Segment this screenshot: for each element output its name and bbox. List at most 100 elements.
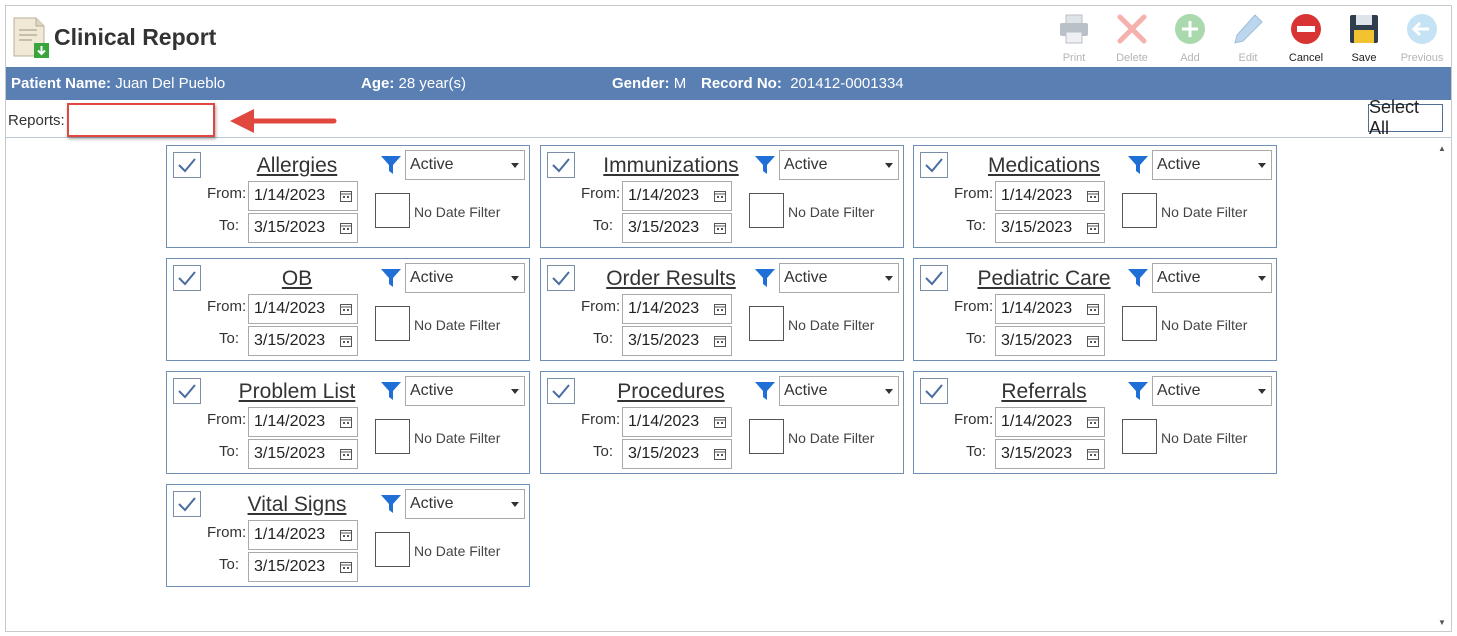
calendar-icon[interactable] bbox=[340, 529, 352, 541]
report-title-link[interactable]: Vital Signs bbox=[207, 493, 387, 517]
no-date-filter-checkbox[interactable] bbox=[749, 306, 784, 341]
report-title-link[interactable]: Immunizations bbox=[581, 154, 761, 178]
calendar-icon[interactable] bbox=[714, 448, 726, 460]
report-checkbox[interactable] bbox=[920, 152, 948, 178]
report-title-link[interactable]: Allergies bbox=[207, 154, 387, 178]
from-date-input[interactable]: 1/14/2023 bbox=[995, 294, 1105, 324]
to-date-input[interactable]: 3/15/2023 bbox=[622, 326, 732, 356]
report-title-link[interactable]: OB bbox=[207, 267, 387, 291]
to-date-input[interactable]: 3/15/2023 bbox=[248, 552, 358, 582]
calendar-icon[interactable] bbox=[340, 335, 352, 347]
from-date-input[interactable]: 1/14/2023 bbox=[995, 181, 1105, 211]
report-checkbox[interactable] bbox=[920, 378, 948, 404]
scroll-up-arrow-icon[interactable]: ▲ bbox=[1436, 142, 1448, 154]
from-label: From: bbox=[207, 411, 247, 428]
to-date-input[interactable]: 3/15/2023 bbox=[995, 439, 1105, 469]
from-date-input[interactable]: 1/14/2023 bbox=[995, 407, 1105, 437]
report-checkbox[interactable] bbox=[547, 265, 575, 291]
status-dropdown[interactable]: Active bbox=[405, 376, 525, 406]
no-date-filter-checkbox[interactable] bbox=[1122, 419, 1157, 454]
print-button[interactable]: Print bbox=[1045, 10, 1103, 66]
from-date-input[interactable]: 1/14/2023 bbox=[248, 407, 358, 437]
status-dropdown[interactable]: Active bbox=[779, 150, 899, 180]
to-date-input[interactable]: 3/15/2023 bbox=[995, 213, 1105, 243]
report-title-link[interactable]: Procedures bbox=[581, 380, 761, 404]
status-dropdown[interactable]: Active bbox=[779, 263, 899, 293]
to-date-input[interactable]: 3/15/2023 bbox=[248, 326, 358, 356]
calendar-icon[interactable] bbox=[340, 561, 352, 573]
report-title-link[interactable]: Pediatric Care bbox=[954, 267, 1134, 291]
report-checkbox[interactable] bbox=[920, 265, 948, 291]
status-dropdown[interactable]: Active bbox=[1152, 150, 1272, 180]
scroll-down-arrow-icon[interactable]: ▼ bbox=[1436, 616, 1448, 628]
calendar-icon[interactable] bbox=[1087, 303, 1099, 315]
from-date-input[interactable]: 1/14/2023 bbox=[248, 294, 358, 324]
calendar-icon[interactable] bbox=[1087, 190, 1099, 202]
add-button[interactable]: Add bbox=[1161, 10, 1219, 66]
no-date-filter-checkbox[interactable] bbox=[375, 306, 410, 341]
report-checkbox[interactable] bbox=[547, 152, 575, 178]
cancel-button[interactable]: Cancel bbox=[1277, 10, 1335, 66]
calendar-icon[interactable] bbox=[714, 416, 726, 428]
status-dropdown[interactable]: Active bbox=[405, 150, 525, 180]
calendar-icon[interactable] bbox=[714, 335, 726, 347]
report-card: OB Active From: 1/14/2023 To: 3/15/2023 bbox=[166, 258, 530, 361]
status-dropdown[interactable]: Active bbox=[405, 489, 525, 519]
from-date-input[interactable]: 1/14/2023 bbox=[248, 181, 358, 211]
to-date-input[interactable]: 3/15/2023 bbox=[995, 326, 1105, 356]
from-date-input[interactable]: 1/14/2023 bbox=[248, 520, 358, 550]
calendar-icon[interactable] bbox=[340, 416, 352, 428]
report-title-link[interactable]: Problem List bbox=[207, 380, 387, 404]
calendar-icon[interactable] bbox=[340, 448, 352, 460]
printer-icon bbox=[1060, 14, 1088, 44]
status-dropdown[interactable]: Active bbox=[779, 376, 899, 406]
to-date-input[interactable]: 3/15/2023 bbox=[622, 213, 732, 243]
calendar-icon[interactable] bbox=[340, 190, 352, 202]
report-checkbox[interactable] bbox=[173, 491, 201, 517]
calendar-icon[interactable] bbox=[1087, 222, 1099, 234]
to-date-input[interactable]: 3/15/2023 bbox=[248, 439, 358, 469]
to-date-input[interactable]: 3/15/2023 bbox=[622, 439, 732, 469]
no-date-filter-checkbox[interactable] bbox=[1122, 193, 1157, 228]
calendar-icon[interactable] bbox=[340, 222, 352, 234]
status-dropdown[interactable]: Active bbox=[405, 263, 525, 293]
calendar-icon[interactable] bbox=[340, 303, 352, 315]
report-checkbox[interactable] bbox=[173, 152, 201, 178]
calendar-icon[interactable] bbox=[1087, 335, 1099, 347]
calendar-icon[interactable] bbox=[1087, 448, 1099, 460]
previous-button[interactable]: Previous bbox=[1393, 10, 1451, 66]
filter-icon bbox=[1128, 382, 1148, 400]
calendar-icon[interactable] bbox=[714, 303, 726, 315]
filter-icon bbox=[755, 156, 775, 174]
from-date-input[interactable]: 1/14/2023 bbox=[622, 181, 732, 211]
report-checkbox[interactable] bbox=[173, 265, 201, 291]
calendar-icon[interactable] bbox=[714, 222, 726, 234]
calendar-icon[interactable] bbox=[714, 190, 726, 202]
to-label: To: bbox=[593, 217, 614, 234]
save-button[interactable]: Save bbox=[1335, 10, 1393, 66]
select-all-button[interactable]: Select All bbox=[1368, 97, 1443, 138]
calendar-icon[interactable] bbox=[1087, 416, 1099, 428]
from-date-input[interactable]: 1/14/2023 bbox=[622, 407, 732, 437]
to-label: To: bbox=[966, 443, 987, 460]
report-title-link[interactable]: Medications bbox=[954, 154, 1134, 178]
no-date-filter-checkbox[interactable] bbox=[1122, 306, 1157, 341]
report-checkbox[interactable] bbox=[547, 378, 575, 404]
no-date-filter-checkbox[interactable] bbox=[375, 532, 410, 567]
no-date-filter-checkbox[interactable] bbox=[375, 419, 410, 454]
no-date-filter-checkbox[interactable] bbox=[375, 193, 410, 228]
reports-input[interactable] bbox=[67, 103, 215, 137]
report-title-link[interactable]: Order Results bbox=[581, 267, 761, 291]
edit-button[interactable]: Edit bbox=[1219, 10, 1277, 66]
no-date-filter-checkbox[interactable] bbox=[749, 193, 784, 228]
from-date-input[interactable]: 1/14/2023 bbox=[622, 294, 732, 324]
delete-button[interactable]: Delete bbox=[1103, 10, 1161, 66]
to-label: To: bbox=[219, 556, 240, 573]
no-date-filter-label: No Date Filter bbox=[1161, 204, 1248, 220]
report-title-link[interactable]: Referrals bbox=[954, 380, 1134, 404]
status-dropdown[interactable]: Active bbox=[1152, 263, 1272, 293]
to-date-input[interactable]: 3/15/2023 bbox=[248, 213, 358, 243]
report-checkbox[interactable] bbox=[173, 378, 201, 404]
status-dropdown[interactable]: Active bbox=[1152, 376, 1272, 406]
no-date-filter-checkbox[interactable] bbox=[749, 419, 784, 454]
